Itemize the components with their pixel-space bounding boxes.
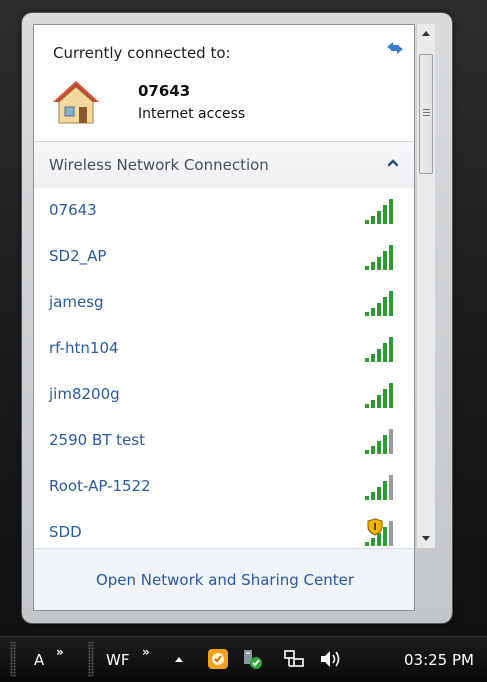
network-name: jim8200g [49,385,120,403]
signal-strength-icon [365,475,393,500]
show-hidden-icons-icon[interactable] [173,654,185,664]
taskbar: A » WF » 03:25 PM [0,636,487,682]
signal-strength-icon [365,383,393,408]
signal-strength-icon [365,429,393,454]
network-name: SDD [49,523,82,541]
connected-network-name: 07643 [138,82,191,100]
network-item[interactable]: Root-AP-1522 [34,464,414,509]
network-name: 2590 BT test [49,431,145,449]
signal-strength-icon [365,291,393,316]
toolbar-wf-overflow-chevron[interactable]: » [142,645,150,659]
open-network-sharing-center-link[interactable]: Open Network and Sharing Center [34,571,414,589]
clock[interactable]: 03:25 PM [404,651,474,669]
signal-strength-icon [365,199,393,224]
chevron-up-icon[interactable] [386,156,400,170]
scroll-thumb[interactable] [419,54,433,174]
scroll-up-arrow-icon[interactable] [417,24,435,44]
connected-section: Currently connected to: 07643 Internet a… [34,25,414,142]
network-name: rf-htn104 [49,339,119,357]
app-tray-icon[interactable] [206,647,230,671]
network-name: jamesg [49,293,104,311]
connected-network-status: Internet access [138,106,246,122]
network-item[interactable]: rf-htn104 [34,326,414,371]
network-item[interactable]: jim8200g [34,372,414,417]
network-tray-icon[interactable] [283,648,305,670]
section-title: Wireless Network Connection [49,156,269,174]
scroll-down-arrow-icon[interactable] [417,528,435,548]
network-item[interactable]: 2590 BT test [34,418,414,463]
network-item[interactable]: jamesg [34,280,414,325]
network-name: Root-AP-1522 [49,477,151,495]
network-name: 07643 [49,201,97,219]
toolbar-wf-label[interactable]: WF [106,651,129,669]
signal-strength-icon [365,518,393,546]
network-item[interactable]: SD2_AP [34,234,414,279]
wireless-section-header[interactable]: Wireless Network Connection [34,142,414,188]
refresh-icon[interactable] [384,39,406,57]
signal-strength-icon [365,337,393,362]
network-name: SD2_AP [49,247,107,265]
network-flyout: Currently connected to: 07643 Internet a… [33,24,415,611]
vertical-scrollbar[interactable] [416,24,435,548]
connected-title: Currently connected to: [53,44,231,62]
volume-icon[interactable] [318,648,344,670]
security-check-icon[interactable] [240,647,264,671]
toolbar-a-label[interactable]: A [34,651,44,669]
network-list: 07643 SD2_APjamesg rf-htn104 jim8200g 2590 B… [34,188,414,550]
toolbar-grip[interactable] [10,641,16,677]
toolbar-a-overflow-chevron[interactable]: » [56,645,64,659]
scroll-grip-icon [423,109,430,116]
flyout-footer: Open Network and Sharing Center [34,548,414,610]
home-network-icon [53,81,99,124]
toolbar-grip[interactable] [88,641,94,677]
network-item[interactable]: 07643 [34,188,414,233]
signal-strength-icon [365,245,393,270]
